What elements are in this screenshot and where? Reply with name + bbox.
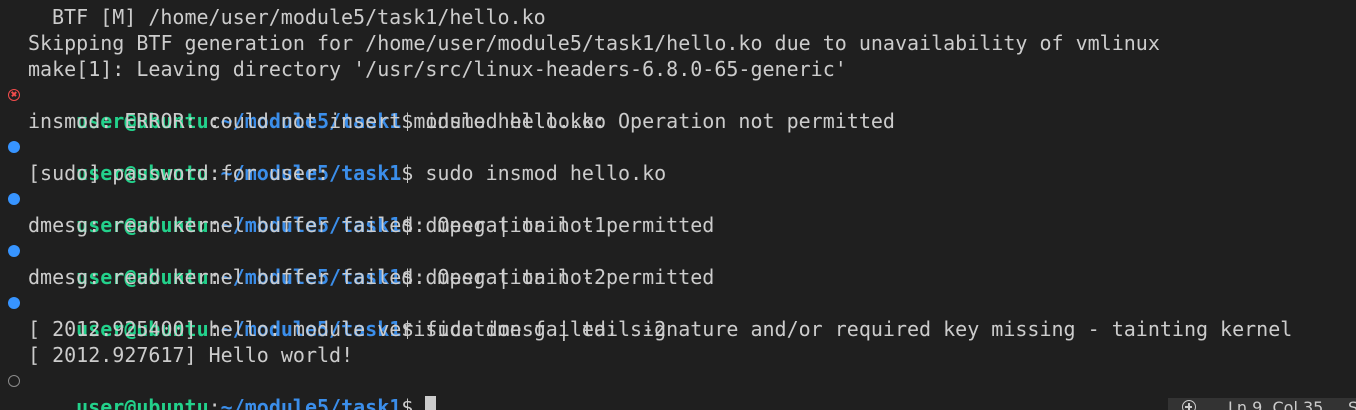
prompt-user: user@ubuntu xyxy=(76,395,209,410)
terminal-output-line: BTF [M] /home/user/module5/task1/hello.k… xyxy=(52,5,546,29)
command-pending-icon xyxy=(8,375,20,387)
terminal-output-line: dmesg: read kernel buffer failed: Operat… xyxy=(28,213,715,237)
terminal-output-line: insmod: ERROR: could not insert module h… xyxy=(28,109,895,133)
terminal-command-line: user@ubuntu:~/module5/task1$ sudo dmesg … xyxy=(0,290,1356,341)
command-success-icon[interactable] xyxy=(8,245,20,257)
zoom-in-icon[interactable] xyxy=(1182,400,1196,410)
status-bar: Ln 9, Col 35 S xyxy=(1168,398,1356,410)
cursor-position[interactable]: Ln 9, Col 35 xyxy=(1228,399,1323,410)
prompt-dollar: $ xyxy=(401,395,414,410)
terminal-input-line[interactable]: user@ubuntu:~/module5/task1$ xyxy=(0,368,1356,410)
command-text xyxy=(413,395,425,410)
terminal-command-line: user@ubuntu:~/module5/task1$ dmesg | tai… xyxy=(0,186,1356,237)
prompt-path: ~/module5/task1 xyxy=(220,395,402,410)
prompt-colon: : xyxy=(208,395,221,410)
status-item[interactable]: S xyxy=(1348,399,1356,410)
terminal-command-line: user@ubuntu:~/module5/task1$ sudo insmod… xyxy=(0,134,1356,185)
command-success-icon[interactable] xyxy=(8,297,20,309)
terminal-command-line: user@ubuntu:~/module5/task1$ insmod hell… xyxy=(0,82,1356,133)
terminal-output-line: Skipping BTF generation for /home/user/m… xyxy=(28,31,1160,55)
terminal-cursor xyxy=(425,396,437,410)
command-error-icon[interactable] xyxy=(8,89,20,101)
terminal-output-line: make[1]: Leaving directory '/usr/src/lin… xyxy=(28,57,847,81)
command-success-icon[interactable] xyxy=(8,193,20,205)
terminal-command-line: user@ubuntu:~/module5/task1$ dmesg | tai… xyxy=(0,238,1356,289)
terminal-output-line: [sudo] password for user: xyxy=(28,161,330,185)
command-success-icon[interactable] xyxy=(8,141,20,153)
terminal-panel[interactable]: BTF [M] /home/user/module5/task1/hello.k… xyxy=(0,0,1356,410)
terminal-output-line: dmesg: read kernel buffer failed: Operat… xyxy=(28,265,715,289)
terminal-output-line: [ 2012.925400] hello: module verificatio… xyxy=(28,317,1293,341)
terminal-output-line: [ 2012.927617] Hello world! xyxy=(28,343,354,367)
